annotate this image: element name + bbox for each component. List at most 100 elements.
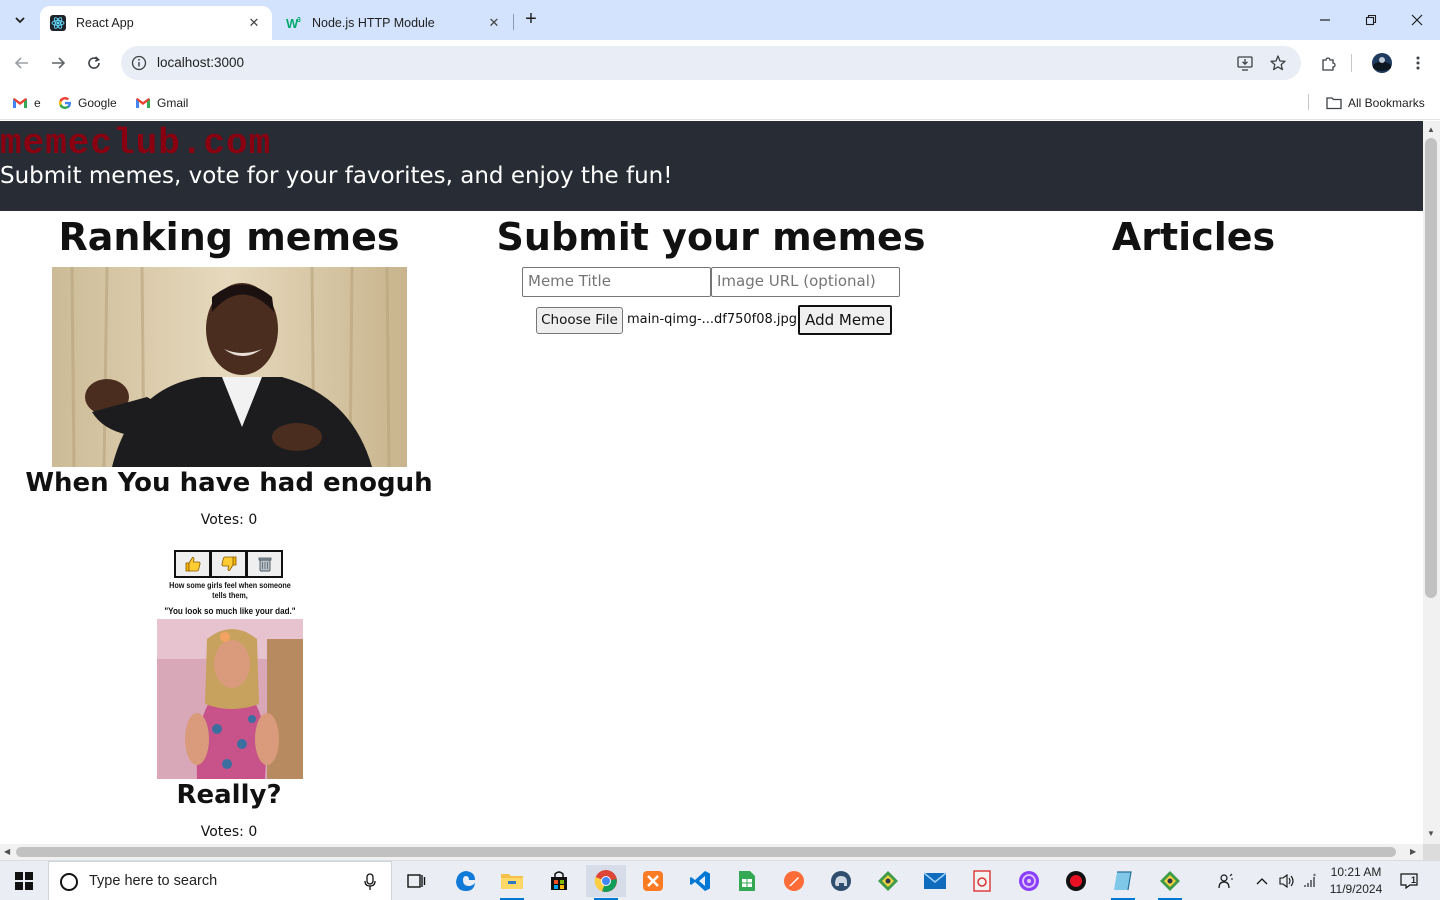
meme-caption: How some girls feel when someone tells t… xyxy=(164,581,295,616)
taskbar-store[interactable] xyxy=(539,865,579,897)
taskbar-clock[interactable]: 10:21 AM 11/9/2024 xyxy=(1322,864,1390,898)
taskbar-mail[interactable] xyxy=(915,865,955,897)
tab-react-app[interactable]: React App ✕ xyxy=(40,6,272,40)
taskbar-git[interactable] xyxy=(868,865,908,897)
delete-button[interactable] xyxy=(246,550,283,578)
microphone-icon[interactable] xyxy=(363,873,377,891)
windows-logo-icon xyxy=(15,872,33,890)
meme-votes: Votes: 0 xyxy=(200,824,258,840)
taskbar-sheets[interactable] xyxy=(727,865,767,897)
gitkraken-icon xyxy=(1160,871,1180,891)
articles-heading: Articles xyxy=(1111,215,1276,259)
page-viewport: memeclub.com Submit memes, vote for your… xyxy=(0,121,1423,844)
volume-icon[interactable] xyxy=(1276,861,1298,900)
new-tab-button[interactable]: + xyxy=(519,8,543,32)
extensions-button[interactable] xyxy=(1315,49,1343,77)
submit-heading: Submit your memes xyxy=(496,215,926,259)
site-tagline: Submit memes, vote for your favorites, a… xyxy=(0,163,673,189)
xampp-icon xyxy=(643,871,663,891)
minimize-icon xyxy=(1320,19,1330,21)
taskbar-file-explorer[interactable] xyxy=(492,865,532,900)
vertical-scroll-thumb[interactable] xyxy=(1425,138,1437,598)
all-bookmarks-button[interactable]: All Bookmarks xyxy=(1326,93,1425,113)
google-icon xyxy=(58,96,72,110)
tab-search-button[interactable] xyxy=(6,7,34,33)
close-icon[interactable]: ✕ xyxy=(486,15,502,31)
close-icon[interactable]: ✕ xyxy=(246,15,262,31)
scroll-up-arrow-icon[interactable]: ▲ xyxy=(1427,125,1435,134)
bookmark-star-icon[interactable] xyxy=(1269,54,1287,72)
taskbar-edge[interactable] xyxy=(446,865,486,897)
taskbar-vscode[interactable] xyxy=(680,865,720,897)
upvote-button[interactable] xyxy=(174,550,211,578)
horizontal-scroll-thumb[interactable] xyxy=(16,847,1396,857)
minimize-button[interactable] xyxy=(1302,0,1348,40)
profile-avatar[interactable] xyxy=(1368,49,1396,77)
browser-toolbar: localhost:3000 xyxy=(0,40,1440,86)
clock-date: 11/9/2024 xyxy=(1329,882,1383,896)
vote-button-group xyxy=(174,550,283,578)
taskbar-postman[interactable] xyxy=(774,865,814,897)
vscode-icon xyxy=(690,871,710,891)
search-icon xyxy=(60,873,78,891)
taskbar-recorder[interactable] xyxy=(1056,865,1096,897)
toolbar-divider xyxy=(1351,54,1352,72)
taskbar-app-red[interactable] xyxy=(962,865,1002,897)
choose-file-button[interactable]: Choose File xyxy=(536,307,623,334)
tab-separator xyxy=(513,14,514,30)
taskbar-app-purple[interactable] xyxy=(1009,865,1049,897)
bookmark-google[interactable]: Google xyxy=(58,93,117,113)
all-bookmarks-label: All Bookmarks xyxy=(1348,96,1425,110)
meme-votes: Votes: 0 xyxy=(200,512,258,528)
restore-button[interactable] xyxy=(1348,0,1394,40)
taskbar-chrome[interactable] xyxy=(586,865,626,900)
task-view-button[interactable] xyxy=(396,865,436,897)
scroll-right-arrow-icon[interactable]: ▶ xyxy=(1410,847,1416,856)
taskbar-app-elephant[interactable] xyxy=(821,865,861,897)
site-header: memeclub.com Submit memes, vote for your… xyxy=(0,121,1423,211)
meme-title-input[interactable]: Meme Title xyxy=(522,267,711,297)
chevron-up-icon[interactable] xyxy=(1252,861,1272,900)
bookmark-e[interactable]: e xyxy=(12,93,41,113)
more-vert-icon xyxy=(1416,56,1420,70)
meme-title: When You have had enoguh xyxy=(25,468,433,498)
svg-text:*: * xyxy=(1313,873,1316,880)
chrome-menu-button[interactable] xyxy=(1404,49,1432,77)
wifi-icon[interactable]: * xyxy=(1300,861,1320,900)
site-info-icon[interactable] xyxy=(131,55,147,71)
store-icon xyxy=(551,871,567,890)
start-button[interactable] xyxy=(0,861,48,900)
gmail-icon xyxy=(135,97,151,109)
tab-strip: React App ✕ W3 Node.js HTTP Module ✕ + xyxy=(0,0,1440,40)
meme-caption-line: How some girls feel when someone tells t… xyxy=(169,581,291,600)
svg-text:3: 3 xyxy=(297,17,301,24)
notifications-button[interactable]: 1 xyxy=(1396,861,1422,900)
taskbar-xampp[interactable] xyxy=(633,865,673,897)
taskbar-search-box[interactable]: Type here to search xyxy=(48,861,392,900)
address-bar[interactable]: localhost:3000 xyxy=(121,46,1301,80)
add-meme-button[interactable]: Add Meme xyxy=(798,305,892,335)
chevron-down-icon xyxy=(15,17,25,24)
vertical-scrollbar[interactable]: ▲ ▼ xyxy=(1423,121,1440,844)
podcast-icon xyxy=(1019,871,1039,891)
install-app-icon[interactable] xyxy=(1236,54,1254,72)
close-window-button[interactable] xyxy=(1394,0,1440,40)
back-arrow-icon xyxy=(14,57,28,69)
react-icon xyxy=(50,15,66,31)
reload-button[interactable] xyxy=(80,49,108,77)
scroll-down-arrow-icon[interactable]: ▼ xyxy=(1427,829,1435,838)
people-icon[interactable] xyxy=(1214,861,1238,900)
tab-nodejs-http[interactable]: W3 Node.js HTTP Module ✕ xyxy=(276,6,512,40)
taskbar-app-teal[interactable] xyxy=(1103,865,1143,900)
image-url-input[interactable]: Image URL (optional) xyxy=(711,267,900,297)
bookmark-gmail[interactable]: Gmail xyxy=(135,93,188,113)
back-button[interactable] xyxy=(8,49,36,77)
address-text: localhost:3000 xyxy=(157,55,245,70)
forward-button[interactable] xyxy=(44,49,72,77)
bookmark-label: Google xyxy=(78,96,117,110)
scroll-left-arrow-icon[interactable]: ◀ xyxy=(4,847,10,856)
horizontal-scrollbar[interactable]: ◀ ▶ xyxy=(0,844,1423,860)
taskbar-git-2[interactable] xyxy=(1150,865,1190,900)
puzzle-icon xyxy=(1322,57,1336,71)
downvote-button[interactable] xyxy=(210,550,247,578)
